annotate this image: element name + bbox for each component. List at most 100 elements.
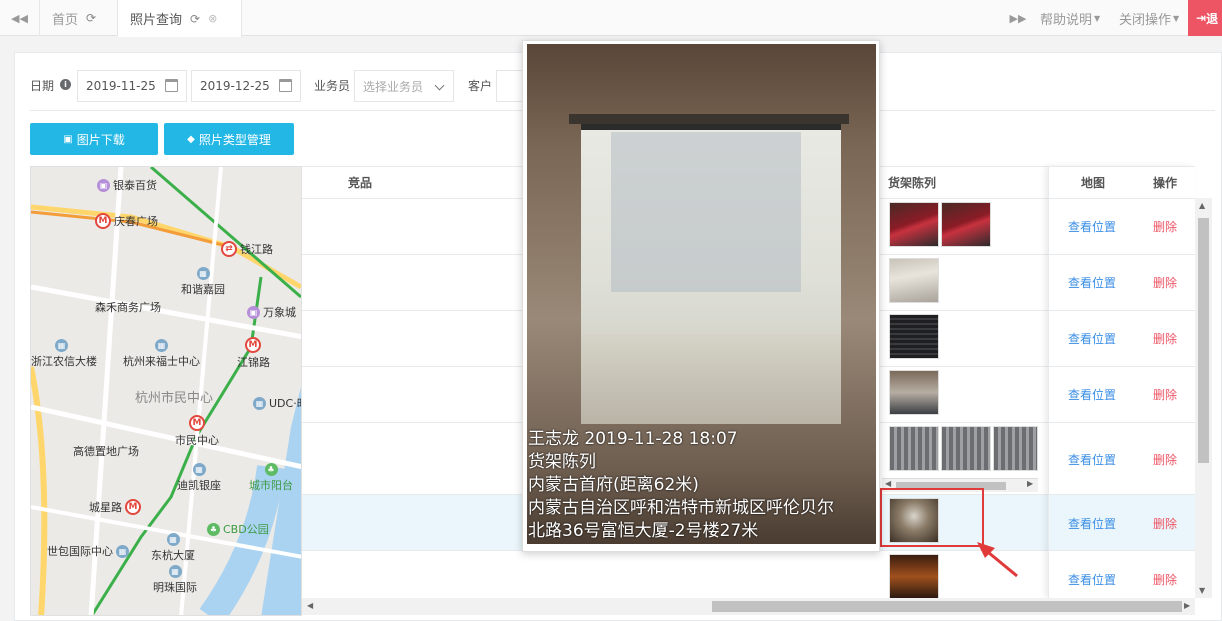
map-poi[interactable]: ▦ 迪凯银座 [177, 463, 221, 493]
metro-icon: M [189, 415, 205, 431]
view-location-link[interactable]: 查看位置 [1068, 274, 1116, 291]
poi-label: CBD公园 [223, 523, 269, 536]
map-poi[interactable]: ▦ 和谐嘉园 [181, 267, 225, 297]
shelf-thumbnail[interactable] [993, 426, 1038, 471]
view-location-link[interactable]: 查看位置 [1068, 515, 1116, 532]
shelf-thumbnail[interactable] [941, 202, 991, 247]
map-poi[interactable]: M 江锦路 [237, 337, 270, 370]
close-icon[interactable]: ⊗ [208, 12, 217, 25]
shelf-thumbnail[interactable] [889, 258, 939, 303]
salesman-placeholder: 选择业务员 [363, 79, 424, 94]
arrow-left-icon[interactable]: ◀ [307, 601, 313, 610]
park-icon: ♣ [264, 463, 278, 476]
view-location-link[interactable]: 查看位置 [1068, 386, 1116, 403]
caption-line: 内蒙古自治区呼和浩特市新城区呼伦贝尔 [528, 498, 834, 518]
metro-icon: M [245, 337, 261, 353]
calendar-icon [165, 79, 178, 92]
map-poi[interactable]: 高德置地广场 [73, 443, 139, 459]
projected-content [611, 132, 801, 292]
view-location-link[interactable]: 查看位置 [1068, 451, 1116, 468]
shelf-thumbnail[interactable] [889, 426, 939, 471]
map-poi[interactable]: ▣ 万象城 [247, 304, 296, 320]
table-vertical-scrollbar[interactable]: ▲ ▼ [1195, 198, 1212, 598]
download-label: 图片下载 [76, 132, 125, 147]
view-location-link[interactable]: 查看位置 [1068, 330, 1116, 347]
building-icon: ▦ [192, 463, 206, 476]
help-menu-label: 帮助说明 [1040, 12, 1093, 28]
scrollbar-thumb[interactable] [1198, 218, 1209, 463]
map-poi[interactable]: 世包国际中心 ▦ [47, 543, 129, 559]
caption-line: 货架陈列 [528, 452, 596, 472]
shelf-thumbnail[interactable] [889, 314, 939, 359]
close-ops-menu[interactable]: 关闭操作 ▼ [1119, 0, 1179, 36]
photo-watermark-caption: 王志龙 2019-11-28 18:07 货架陈列 内蒙古首府(距离62米) 内… [527, 428, 876, 543]
delete-link[interactable]: 删除 [1153, 571, 1177, 588]
map-view[interactable]: ▣ 银泰百货 M 庆春广场 ⇄ 钱江路 ▦ 和谐嘉园 森禾商务广场 ▣ 万象城 ▦ 浙江农信… [30, 166, 302, 616]
delete-link[interactable]: 删除 [1153, 274, 1177, 291]
poi-label: 东杭大厦 [151, 549, 195, 562]
map-poi[interactable]: ♣ 城市阳台 [249, 463, 293, 493]
arrow-down-icon[interactable]: ▼ [1199, 586, 1205, 595]
caret-down-icon: ▼ [1094, 13, 1101, 23]
shelf-thumbnail[interactable] [889, 202, 939, 247]
map-poi[interactable]: ▦ 浙江农信大楼 [31, 339, 97, 369]
wall-panel [581, 334, 841, 424]
shelf-thumbnail[interactable] [941, 426, 991, 471]
poi-label: 万象城 [263, 306, 296, 319]
view-location-link[interactable]: 查看位置 [1068, 218, 1116, 235]
tab-home[interactable]: 首页 ⟳ [40, 0, 118, 36]
refresh-icon[interactable]: ⟳ [86, 11, 96, 25]
shelf-thumbnail[interactable] [889, 370, 939, 415]
shelf-thumbnail[interactable] [889, 554, 939, 599]
arrow-right-icon[interactable]: ▶ [1027, 479, 1033, 488]
arrow-left-icon[interactable]: ◀ [885, 479, 891, 488]
close-ops-label: 关闭操作 [1119, 12, 1172, 28]
poi-label: 城市阳台 [249, 479, 293, 492]
view-location-link[interactable]: 查看位置 [1068, 571, 1116, 588]
table-horizontal-scrollbar[interactable]: ◀ ▶ [302, 598, 1195, 615]
salesman-select[interactable]: 选择业务员 [354, 70, 454, 102]
map-poi[interactable]: ▣ 银泰百货 [97, 177, 157, 193]
tab-photo-query[interactable]: 照片查询 ⟳ ⊗ [118, 0, 242, 37]
caption-line: 北路36号富恒大厦-2号楼27米 [528, 521, 759, 541]
salesman-label: 业务员 [314, 79, 351, 93]
scrollbar-thumb[interactable] [712, 601, 1182, 612]
poi-label: 杭州来福士中心 [123, 355, 200, 368]
photo-type-manage-button[interactable]: ◆ 照片类型管理 [164, 123, 294, 155]
delete-link[interactable]: 删除 [1153, 330, 1177, 347]
poi-label: 森禾商务广场 [95, 301, 161, 314]
help-menu[interactable]: 帮助说明 ▼ [1040, 0, 1100, 36]
delete-link[interactable]: 删除 [1153, 218, 1177, 235]
logout-button[interactable]: ⇥ 退 [1188, 0, 1222, 36]
map-poi[interactable]: ▦ 明珠国际 [153, 565, 197, 595]
map-poi[interactable]: M 市民中心 [175, 415, 219, 448]
arrow-up-icon[interactable]: ▲ [1199, 201, 1205, 210]
map-poi[interactable]: 森禾商务广场 [95, 299, 161, 315]
map-poi[interactable]: ▦ 杭州来福士中心 [123, 339, 200, 369]
tab-scroll-left-icon[interactable]: ◀◀ [0, 0, 40, 36]
map-poi[interactable]: ♣ CBD公园 [207, 521, 269, 537]
download-button[interactable]: ▣ 图片下载 [30, 123, 158, 155]
logout-icon: ⇥ [1196, 11, 1207, 25]
date-end-input[interactable]: 2019-12-25 [191, 70, 301, 102]
building-icon: ▦ [155, 339, 168, 352]
building-icon: ▦ [168, 565, 182, 578]
poi-label: 城星路 [89, 501, 122, 514]
delete-link[interactable]: 删除 [1153, 515, 1177, 532]
projector-rod [569, 114, 849, 124]
arrow-right-icon[interactable]: ▶ [1184, 601, 1190, 610]
map-poi[interactable]: ▦UDC·时 [253, 395, 301, 411]
tab-home-label: 首页 [52, 12, 79, 28]
map-poi[interactable]: ⇄ 钱江路 [221, 241, 273, 257]
map-poi[interactable]: M 庆春广场 [95, 213, 158, 229]
map-poi[interactable]: 城星路 M [89, 499, 141, 515]
tab-scroll-right-icon[interactable]: ▶▶ [1003, 0, 1033, 36]
refresh-icon[interactable]: ⟳ [190, 12, 200, 26]
map-poi[interactable]: 杭州市民中心 [135, 387, 213, 406]
map-poi[interactable]: ▦ 东杭大厦 [151, 533, 195, 563]
customer-label: 客户 [468, 79, 493, 93]
date-label: 日期 [30, 79, 55, 93]
delete-link[interactable]: 删除 [1153, 451, 1177, 468]
delete-link[interactable]: 删除 [1153, 386, 1177, 403]
date-start-input[interactable]: 2019-11-25 [77, 70, 187, 102]
